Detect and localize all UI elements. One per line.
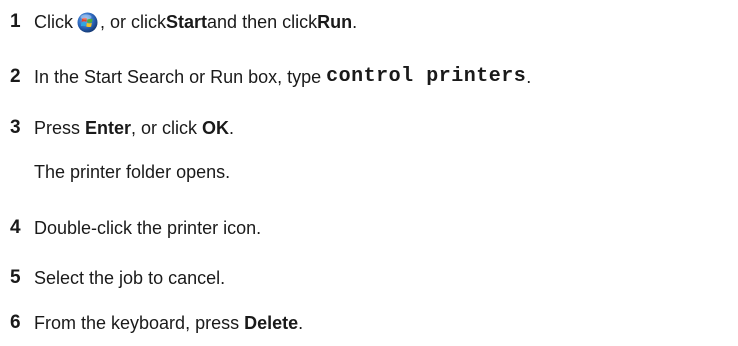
step-2: 2 In the Start Search or Run box, type c… <box>10 62 531 92</box>
step-text-part: In the Start Search or Run box, type <box>34 67 327 87</box>
run-label: Run <box>317 12 353 32</box>
step-text-part: , or click <box>100 12 167 32</box>
step-number: 2 <box>10 66 21 87</box>
start-label: Start <box>166 12 208 32</box>
step-text-part: and then click <box>207 12 318 32</box>
step-number: 4 <box>10 217 21 238</box>
step-text: Press Enter , or click OK . <box>34 117 234 139</box>
step-number: 6 <box>10 312 21 333</box>
step-text-part: , or click <box>131 118 203 138</box>
command-text: control printers <box>326 65 527 88</box>
step-5: 5 Select the job to cancel. <box>10 263 225 293</box>
step-3-note: The printer folder opens. <box>34 161 231 182</box>
step-number: 5 <box>10 267 21 288</box>
step-text: In the Start Search or Run box, type con… <box>34 66 531 88</box>
step-text-part: . <box>298 313 304 333</box>
enter-key-label: Enter <box>85 118 132 138</box>
step-number: 3 <box>10 117 21 138</box>
step-1: 1 Click , or click Start and then click … <box>10 7 357 37</box>
step-text: From the keyboard, press Delete . <box>34 312 303 334</box>
step-text-part: Press <box>34 118 86 138</box>
step-text-part: . <box>229 118 235 138</box>
step-6: 6 From the keyboard, press Delete . <box>10 308 303 338</box>
windows-start-orb-icon <box>77 12 98 33</box>
step-text-part: . <box>526 67 532 87</box>
ok-label: OK <box>202 118 230 138</box>
step-3: 3 Press Enter , or click OK . <box>10 113 234 143</box>
step-text: Click , or click Start and then click Ru… <box>34 11 357 33</box>
delete-key-label: Delete <box>244 313 299 333</box>
step-text: Double-click the printer icon. <box>34 218 262 238</box>
step-text: Select the job to cancel. <box>34 268 226 288</box>
step-text-part: . <box>352 12 358 32</box>
step-4: 4 Double-click the printer icon. <box>10 213 261 243</box>
step-number: 1 <box>10 11 21 32</box>
step-text-part: From the keyboard, press <box>34 313 245 333</box>
step-text-part: Click <box>34 12 73 32</box>
